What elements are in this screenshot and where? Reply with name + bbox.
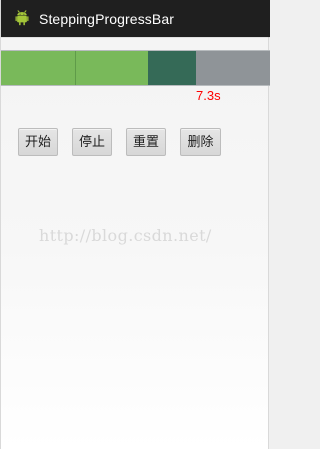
progress-segment-3 (148, 51, 196, 85)
start-button[interactable]: 开始 (18, 128, 58, 156)
stop-button[interactable]: 停止 (72, 128, 112, 156)
app-title: SteppingProgressBar (39, 11, 174, 27)
reset-button[interactable]: 重置 (126, 128, 166, 156)
progress-segment-2 (76, 51, 148, 85)
delete-button[interactable]: 删除 (180, 128, 221, 156)
control-buttons-row: 开始 停止 重置 删除 (1, 128, 270, 158)
action-bar: SteppingProgressBar (1, 0, 270, 37)
elapsed-time-label: 7.3s (196, 88, 221, 103)
stepping-progress-bar (1, 50, 270, 86)
android-icon (14, 10, 30, 26)
watermark-text: http://blog.csdn.net/ (39, 226, 212, 245)
progress-remaining-track (196, 51, 270, 85)
screen-frame: SteppingProgressBar 7.3s 开始 停止 重置 删除 htt… (0, 0, 270, 449)
progress-segment-1 (1, 51, 76, 85)
